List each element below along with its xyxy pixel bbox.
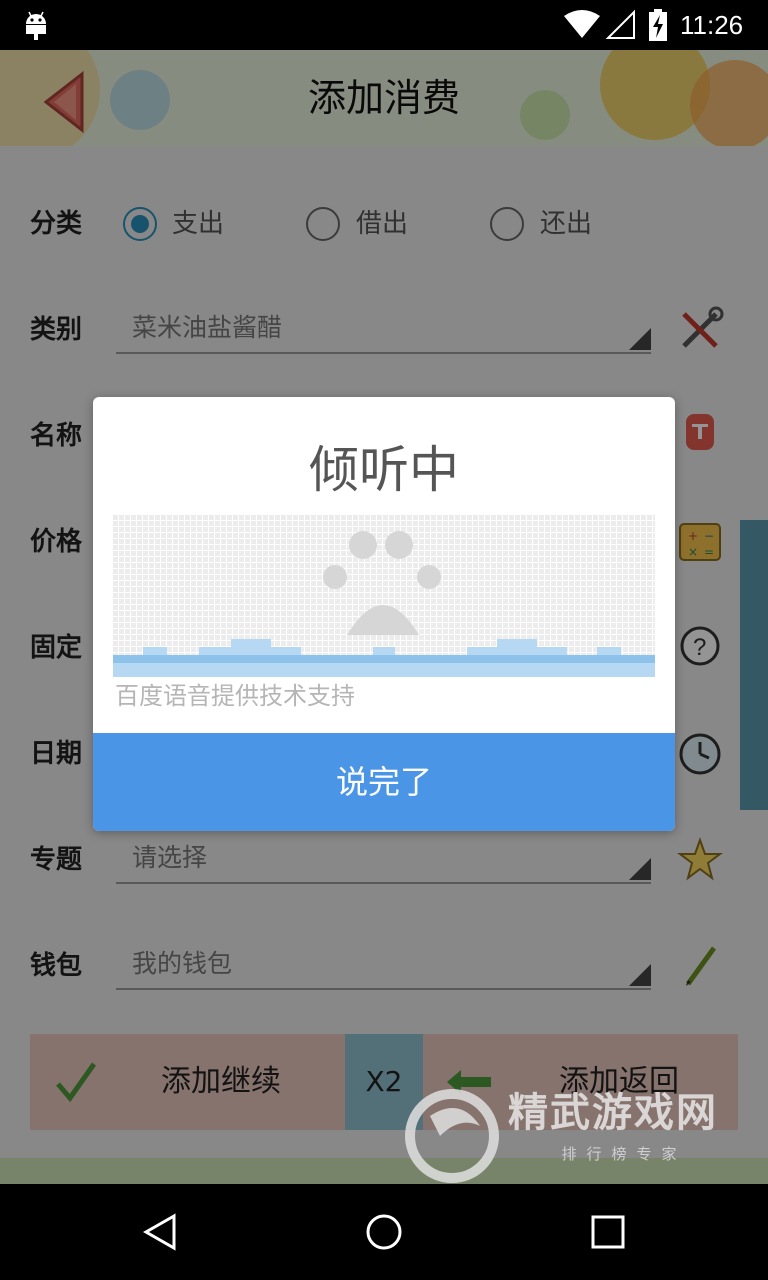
status-bar: 11:26 [0,0,768,50]
voice-input-dialog: 倾听中 百度语音提供技术支持 说完了 [93,397,675,831]
signal-icon [605,9,635,39]
home-nav-icon[interactable] [364,1212,404,1252]
battery-charging-icon [649,9,667,41]
back-nav-icon[interactable] [140,1212,180,1252]
dialog-title: 倾听中 [309,441,459,499]
watermark-logo: 精武游戏网 排行榜专家 [400,1080,750,1190]
wifi-icon [564,10,600,38]
watermark-subtitle: 排行榜专家 [561,1145,687,1163]
status-time: 11:26 [680,10,744,40]
done-speaking-button[interactable]: 说完了 [93,733,675,831]
voice-waveform [113,515,655,677]
provider-text: 百度语音提供技术支持 [115,682,355,710]
add-expense-screen: 添加消费 分类 支出 借出 还出 类别 菜米油盐酱醋 名称 价格 + − × =… [0,50,768,1184]
recents-nav-icon[interactable] [588,1212,628,1252]
navigation-bar [0,1184,768,1280]
watermark-title: 精武游戏网 [508,1090,718,1136]
watermark-logo-icon [405,1089,499,1183]
android-icon [26,11,46,40]
